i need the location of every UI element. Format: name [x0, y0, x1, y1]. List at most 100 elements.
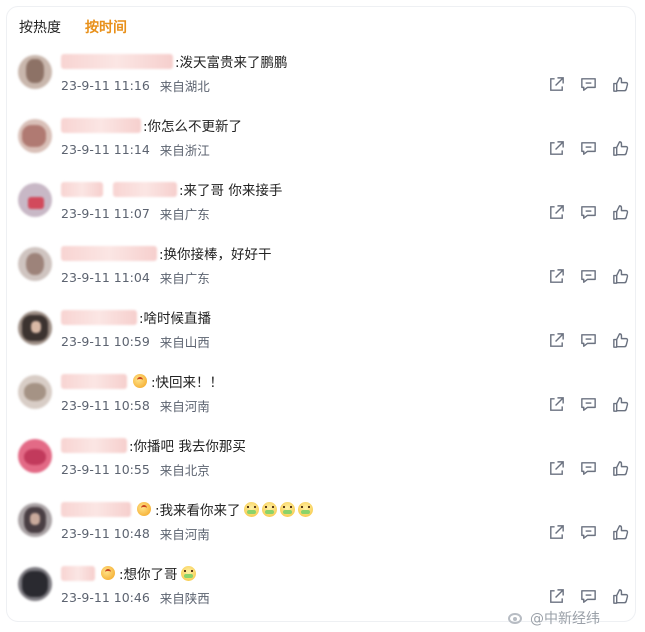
laughing-emoji-icon — [297, 501, 313, 517]
like-icon[interactable] — [611, 331, 630, 350]
like-icon[interactable] — [611, 459, 630, 478]
comment-time: 23-9-11 11:04 — [61, 269, 150, 285]
comment-time: 23-9-11 10:48 — [61, 525, 150, 541]
comment-actions — [547, 459, 630, 478]
laughing-emoji-icon — [243, 501, 259, 517]
comment-icon[interactable] — [579, 395, 598, 414]
comment-text: :你怎么不更新了 — [143, 119, 243, 135]
comment-item: :泼天富贵来了鹏鹏 23-9-11 11:16 来自湖北 — [7, 47, 635, 111]
comment-panel: 按热度 按时间 :泼天富贵来了鹏鹏 23-9-11 11:16 来自湖北 :你怎… — [6, 6, 636, 622]
comment-time: 23-9-11 10:46 — [61, 589, 150, 605]
comment-icon[interactable] — [579, 459, 598, 478]
username[interactable] — [61, 437, 127, 453]
comment-time: 23-9-11 11:14 — [61, 141, 150, 157]
avatar[interactable] — [18, 311, 52, 345]
avatar[interactable] — [18, 119, 52, 153]
share-icon[interactable] — [547, 75, 566, 94]
comment-actions — [547, 331, 630, 350]
comment-location: 来自陕西 — [159, 590, 210, 606]
username[interactable] — [113, 181, 177, 197]
share-icon[interactable] — [547, 331, 566, 350]
share-icon[interactable] — [547, 459, 566, 478]
comment-location: 来自河南 — [159, 398, 210, 414]
comment-icon[interactable] — [579, 75, 598, 94]
comment-text: :我来看你来了 — [155, 503, 241, 519]
username[interactable] — [61, 117, 141, 133]
comment-icon[interactable] — [579, 587, 598, 606]
share-icon[interactable] — [547, 267, 566, 286]
tab-sort-by-hot[interactable]: 按热度 — [19, 17, 61, 39]
comment-text: :换你接棒，好好干 — [159, 247, 272, 263]
comment-icon[interactable] — [579, 139, 598, 158]
avatar[interactable] — [18, 567, 52, 601]
avatar[interactable] — [18, 375, 52, 409]
tab-sort-by-time[interactable]: 按时间 — [85, 17, 127, 39]
like-icon[interactable] — [611, 267, 630, 286]
share-icon[interactable] — [547, 395, 566, 414]
comment-item: :啥时候直播 23-9-11 10:59 来自山西 — [7, 303, 635, 367]
avatar[interactable] — [18, 439, 52, 473]
comment-actions — [547, 395, 630, 414]
watermark: @中新经纬 — [506, 608, 600, 628]
comment-icon[interactable] — [579, 267, 598, 286]
like-icon[interactable] — [611, 523, 630, 542]
avatar[interactable] — [18, 55, 52, 89]
like-icon[interactable] — [611, 587, 630, 606]
comment-actions — [547, 75, 630, 94]
avatar[interactable] — [18, 503, 52, 537]
comment-text: :啥时候直播 — [139, 311, 212, 327]
comment-location: 来自浙江 — [159, 142, 210, 158]
comment-actions — [547, 523, 630, 542]
comment-text: :想你了哥 — [119, 567, 178, 583]
comment-item: :你怎么不更新了 23-9-11 11:14 来自浙江 — [7, 111, 635, 175]
username[interactable] — [61, 565, 95, 581]
comment-location: 来自山西 — [159, 334, 210, 350]
share-icon[interactable] — [547, 523, 566, 542]
comment-icon[interactable] — [579, 203, 598, 222]
comment-time: 23-9-11 11:07 — [61, 205, 150, 221]
comment-text: :来了哥 你来接手 — [179, 183, 283, 199]
like-icon[interactable] — [611, 395, 630, 414]
comment-item: :来了哥 你来接手 23-9-11 11:07 来自广东 — [7, 175, 635, 239]
sort-tabs: 按热度 按时间 — [19, 17, 127, 39]
username[interactable] — [61, 245, 157, 261]
badge-icon — [101, 566, 115, 580]
watermark-text: @中新经纬 — [530, 611, 600, 627]
comment-icon[interactable] — [579, 331, 598, 350]
username[interactable] — [61, 501, 131, 517]
like-icon[interactable] — [611, 203, 630, 222]
comment-location: 来自北京 — [159, 462, 210, 478]
comment-item: :你播吧 我去你那买 23-9-11 10:55 来自北京 — [7, 431, 635, 495]
laughing-emoji-icon — [180, 565, 196, 581]
comment-location: 来自广东 — [159, 206, 210, 222]
badge-icon — [137, 502, 151, 516]
weibo-logo-icon — [506, 610, 526, 626]
share-icon[interactable] — [547, 139, 566, 158]
username[interactable] — [61, 373, 127, 389]
badge-icon — [133, 374, 147, 388]
share-icon[interactable] — [547, 587, 566, 606]
avatar[interactable] — [18, 183, 52, 217]
laughing-emoji-icon — [261, 501, 277, 517]
comment-icon[interactable] — [579, 523, 598, 542]
comment-item: :换你接棒，好好干 23-9-11 11:04 来自广东 — [7, 239, 635, 303]
comment-time: 23-9-11 10:59 — [61, 333, 150, 349]
comment-item: :我来看你来了 23-9-11 10:48 来自河南 — [7, 495, 635, 559]
comment-text: :你播吧 我去你那买 — [129, 439, 246, 455]
laughing-emoji-icon — [279, 501, 295, 517]
comment-location: 来自河南 — [159, 526, 210, 542]
comment-location: 来自湖北 — [159, 78, 210, 94]
like-icon[interactable] — [611, 139, 630, 158]
avatar[interactable] — [18, 247, 52, 281]
username[interactable] — [61, 309, 137, 325]
username[interactable] — [61, 181, 103, 197]
comment-actions — [547, 203, 630, 222]
comment-text: :快回来！！ — [151, 375, 224, 391]
comment-actions — [547, 139, 630, 158]
comment-time: 23-9-11 10:58 — [61, 397, 150, 413]
username[interactable] — [61, 53, 173, 69]
like-icon[interactable] — [611, 75, 630, 94]
comment-item: :快回来！！ 23-9-11 10:58 来自河南 — [7, 367, 635, 431]
comment-text: :泼天富贵来了鹏鹏 — [175, 55, 288, 71]
share-icon[interactable] — [547, 203, 566, 222]
